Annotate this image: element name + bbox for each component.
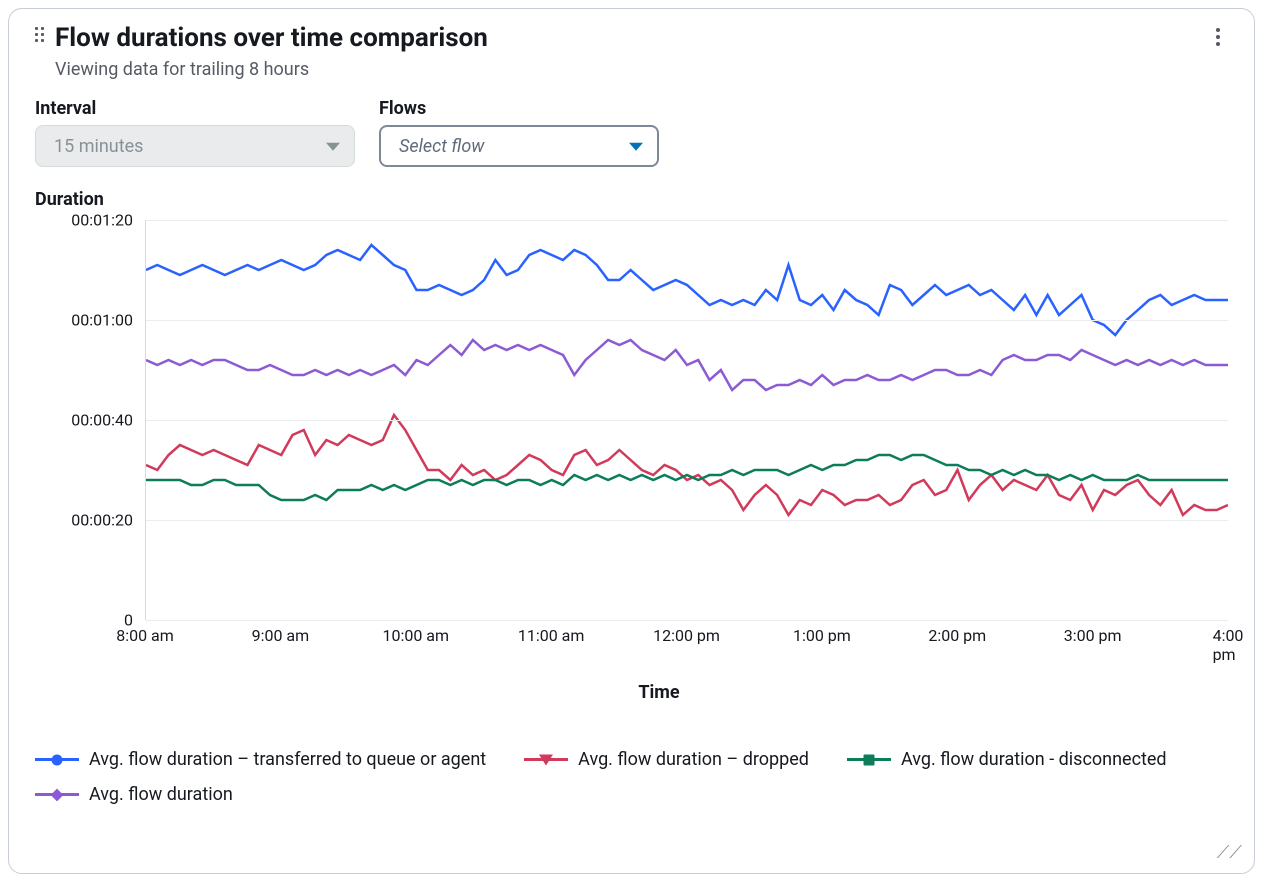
x-tick-label: 9:00 am bbox=[252, 626, 310, 645]
x-axis-title: Time bbox=[90, 682, 1228, 703]
legend-label: Avg. flow duration bbox=[89, 784, 233, 805]
chart-plot-area: 000:00:2000:00:4000:01:0000:01:20 bbox=[35, 220, 1228, 620]
legend-marker-icon bbox=[35, 793, 79, 796]
y-axis-title: Duration bbox=[35, 189, 1228, 210]
flows-select[interactable]: Select flow bbox=[379, 125, 659, 167]
series-line bbox=[146, 340, 1228, 390]
legend: Avg. flow duration – transferred to queu… bbox=[35, 749, 1228, 805]
x-tick-label: 11:00 am bbox=[518, 626, 585, 645]
legend-marker-icon bbox=[35, 758, 79, 761]
interval-select: 15 minutes bbox=[35, 125, 355, 167]
series-line bbox=[146, 415, 1228, 515]
plot-region bbox=[145, 220, 1228, 620]
chart-card: Flow durations over time comparison View… bbox=[8, 8, 1255, 874]
interval-label: Interval bbox=[35, 98, 355, 119]
interval-value: 15 minutes bbox=[54, 136, 143, 157]
y-tick-label: 00:00:20 bbox=[71, 511, 133, 530]
y-tick-label: 00:00:40 bbox=[71, 411, 133, 430]
x-tick-label: 12:00 pm bbox=[653, 626, 720, 645]
chevron-down-icon bbox=[629, 143, 643, 151]
legend-marker-icon bbox=[524, 758, 568, 761]
legend-item[interactable]: Avg. flow duration - disconnected bbox=[847, 749, 1167, 770]
y-tick-label: 00:01:20 bbox=[71, 211, 133, 230]
x-tick-label: 3:00 pm bbox=[1064, 626, 1122, 645]
legend-label: Avg. flow duration – transferred to queu… bbox=[89, 749, 486, 770]
more-options-button[interactable] bbox=[1206, 25, 1230, 49]
legend-marker-icon bbox=[847, 758, 891, 761]
resize-handle-icon[interactable]: ⟋⟋ bbox=[1217, 842, 1242, 863]
x-tick-label: 1:00 pm bbox=[793, 626, 851, 645]
x-tick-label: 8:00 am bbox=[116, 626, 174, 645]
flows-placeholder: Select flow bbox=[399, 136, 484, 157]
legend-label: Avg. flow duration – dropped bbox=[578, 749, 809, 770]
drag-handle-icon[interactable] bbox=[35, 27, 47, 45]
series-line bbox=[146, 455, 1228, 500]
legend-item[interactable]: Avg. flow duration – transferred to queu… bbox=[35, 749, 486, 770]
flows-label: Flows bbox=[379, 98, 659, 119]
x-tick-label: 4:00 pm bbox=[1213, 626, 1244, 664]
chevron-down-icon bbox=[326, 143, 340, 151]
y-tick-label: 00:01:00 bbox=[71, 311, 133, 330]
legend-label: Avg. flow duration - disconnected bbox=[901, 749, 1167, 770]
x-tick-label: 10:00 am bbox=[382, 626, 449, 645]
card-title: Flow durations over time comparison bbox=[55, 23, 488, 53]
x-tick-label: 2:00 pm bbox=[928, 626, 986, 645]
y-axis: 000:00:2000:00:4000:01:0000:01:20 bbox=[35, 220, 145, 620]
x-axis: 8:00 am9:00 am10:00 am11:00 am12:00 pm1:… bbox=[145, 626, 1228, 654]
card-subtitle: Viewing data for trailing 8 hours bbox=[55, 59, 1228, 80]
legend-item[interactable]: Avg. flow duration bbox=[35, 784, 233, 805]
series-line bbox=[146, 245, 1228, 335]
legend-item[interactable]: Avg. flow duration – dropped bbox=[524, 749, 809, 770]
